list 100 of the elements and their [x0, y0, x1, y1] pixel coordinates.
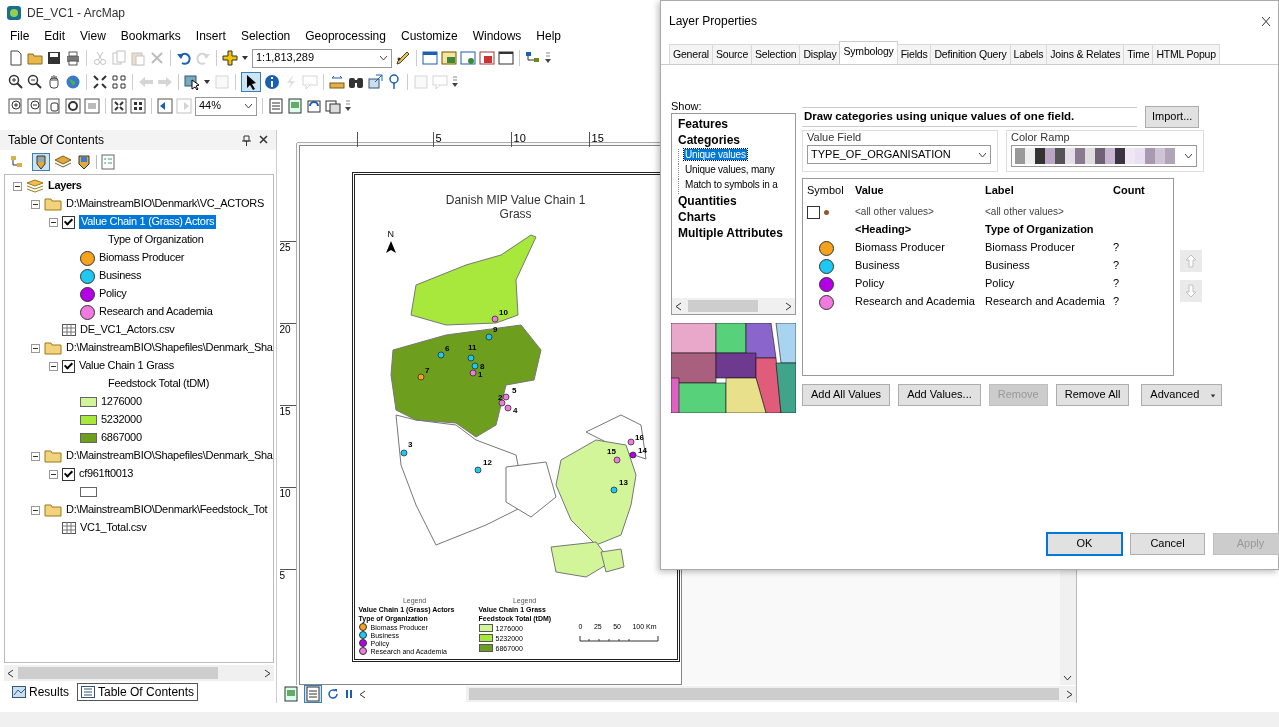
tab[interactable]: Definition Query — [930, 44, 1011, 64]
list-by-source-icon[interactable] — [33, 154, 49, 170]
undo-icon[interactable] — [176, 50, 192, 66]
collapse-icon[interactable] — [31, 199, 40, 209]
scroll-thumb[interactable] — [468, 688, 1059, 700]
layer-checkbox[interactable] — [62, 215, 75, 229]
document-icon[interactable] — [306, 98, 322, 114]
layer-name[interactable]: Value Chain 1 Grass — [79, 359, 174, 373]
zoom-in-icon[interactable] — [8, 74, 24, 90]
scroll-left-icon[interactable] — [675, 301, 682, 311]
dialog-button[interactable]: Cancel — [1130, 533, 1205, 555]
close-icon[interactable] — [1262, 16, 1270, 26]
layer-name[interactable]: Value Chain 1 (Grass) Actors — [79, 215, 217, 229]
panel-tab[interactable]: Table Of Contents — [77, 683, 199, 701]
new-document-icon[interactable] — [8, 50, 24, 66]
menu-item[interactable]: Customize — [400, 28, 458, 44]
collapse-icon[interactable] — [31, 343, 40, 353]
menu-item[interactable]: Geoprocessing — [305, 28, 386, 44]
table-name[interactable]: DE_VC1_Actors.csv — [80, 323, 175, 337]
print-icon[interactable] — [65, 50, 81, 66]
tab[interactable]: Symbology — [839, 41, 898, 64]
show-item[interactable]: Charts — [677, 210, 717, 224]
import-button[interactable]: Import... — [1145, 106, 1200, 128]
menu-item[interactable]: Selection — [240, 28, 291, 44]
folder-path[interactable]: D:\MainstreamBIO\Shapefiles\Denmark_Sha — [66, 449, 273, 463]
xy-pin-icon[interactable] — [386, 74, 402, 90]
menu-item[interactable]: Insert — [195, 28, 226, 44]
layout-zoom-field[interactable]: 44% — [195, 96, 257, 116]
row-checkbox[interactable] — [807, 205, 820, 219]
folder-path[interactable]: D:\MainstreamBIO\Shapefiles\Denmark_Sha — [66, 341, 273, 355]
show-item[interactable]: Features — [677, 117, 730, 131]
table-name[interactable]: VC1_Total.csv — [80, 521, 147, 535]
fixed-zoom-out-icon[interactable] — [130, 98, 146, 114]
measure-icon[interactable] — [329, 74, 345, 90]
scroll-thumb[interactable] — [688, 300, 758, 312]
scroll-down-icon[interactable] — [1063, 675, 1073, 682]
panel-tab[interactable]: Results — [8, 683, 73, 701]
show-item[interactable]: Multiple Attributes — [677, 226, 784, 240]
collapse-icon[interactable] — [31, 451, 40, 461]
add-data-icon[interactable] — [222, 50, 238, 66]
list-by-visibility-icon[interactable] — [54, 154, 72, 170]
go-to-icon[interactable] — [367, 74, 383, 90]
fixed-zoom-in-icon[interactable] — [111, 98, 127, 114]
close-icon[interactable] — [258, 134, 268, 146]
list-by-selection-icon[interactable] — [76, 154, 92, 170]
menu-item[interactable]: Help — [536, 28, 562, 44]
full-page-icon[interactable] — [65, 98, 81, 114]
tab[interactable]: Joins & Relates — [1046, 44, 1125, 64]
pin-icon[interactable] — [241, 134, 251, 146]
collapse-icon[interactable] — [13, 181, 22, 191]
show-item[interactable]: Match to symbols in a — [684, 179, 779, 190]
layer-checkbox[interactable] — [62, 359, 75, 373]
collapse-icon[interactable] — [49, 361, 58, 371]
tab[interactable]: Time — [1123, 44, 1154, 64]
layer-checkbox[interactable] — [62, 467, 75, 481]
collapse-icon[interactable] — [49, 217, 58, 227]
save-icon[interactable] — [46, 50, 62, 66]
show-item[interactable]: Unique values, many — [684, 164, 776, 175]
select-features-icon[interactable] — [184, 74, 200, 90]
info-icon[interactable] — [264, 74, 280, 90]
scroll-left-icon[interactable] — [7, 668, 14, 678]
layout-view-icon[interactable] — [282, 686, 299, 702]
dialog-button[interactable]: OK — [1047, 533, 1122, 555]
action-button[interactable]: Remove All — [1055, 384, 1130, 406]
folder-path[interactable]: D:\MainstreamBIO\Denmark\VC_ACTORS — [66, 197, 265, 211]
document-icon[interactable] — [287, 98, 303, 114]
document-icon[interactable] — [268, 98, 284, 114]
scroll-right-icon[interactable] — [785, 301, 792, 311]
menu-item[interactable]: File — [10, 28, 30, 44]
fixed-zoom-in-icon[interactable] — [92, 74, 108, 90]
collapse-icon[interactable] — [31, 505, 40, 515]
zoom-out-icon[interactable] — [27, 74, 43, 90]
data-frame-name[interactable]: Layers — [48, 179, 82, 193]
data-view-icon[interactable] — [304, 686, 321, 702]
tab[interactable]: HTML Popup — [1152, 44, 1220, 64]
dropdown-button[interactable]: Advanced — [1141, 384, 1223, 406]
action-button[interactable]: Add Values... — [898, 384, 981, 406]
fixed-zoom-out-icon[interactable] — [111, 74, 127, 90]
layout-zoom-in-icon[interactable] — [8, 98, 24, 114]
document-icon[interactable] — [325, 98, 341, 114]
scroll-right-icon[interactable] — [1065, 689, 1073, 699]
layer-name[interactable]: cf961ft0013 — [79, 467, 134, 481]
show-item[interactable]: Unique values — [684, 149, 747, 160]
globe-icon[interactable] — [65, 74, 81, 90]
tab[interactable]: Labels — [1009, 44, 1048, 64]
dropdown-arrow-icon[interactable] — [203, 78, 211, 86]
show-item[interactable]: Categories — [677, 133, 742, 147]
collapse-icon[interactable] — [49, 469, 58, 479]
editor-icon[interactable] — [395, 50, 411, 66]
menu-item[interactable]: View — [80, 28, 106, 44]
layout-zoom-out-icon[interactable] — [27, 98, 43, 114]
color-ramp-select[interactable] — [1011, 145, 1197, 167]
tab[interactable]: Selection — [751, 44, 801, 64]
tab[interactable]: Source — [711, 44, 753, 64]
menu-item[interactable]: Windows — [472, 28, 522, 44]
action-button[interactable]: Add All Values — [802, 384, 891, 406]
scroll-right-icon[interactable] — [263, 668, 271, 678]
map-scale-field[interactable]: 1:1,813,289 — [252, 48, 392, 68]
show-item[interactable]: Quantities — [677, 194, 738, 208]
menu-item[interactable]: Edit — [44, 28, 66, 44]
